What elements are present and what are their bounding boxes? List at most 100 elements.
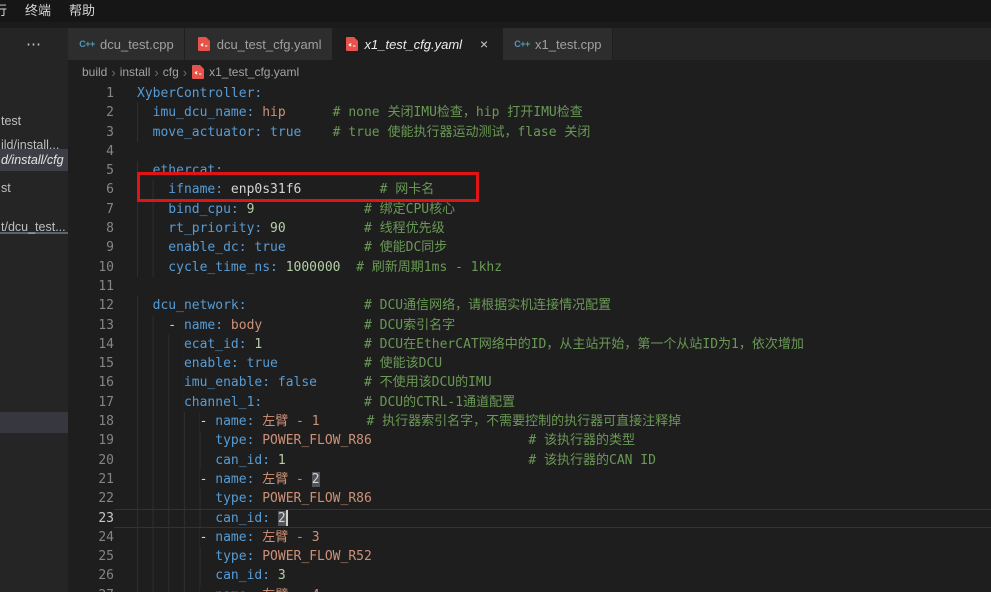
sidebar-item-4[interactable]: t/dcu_test... (0, 216, 68, 238)
sidebar-highlight-row[interactable] (0, 412, 68, 433)
code-line-2[interactable]: 2imu_dcu_name: hip # none 关闭IMU检查，hip 打开… (68, 103, 991, 122)
main-row: ⋯ testild/install...d/install/cfgstt/dcu… (0, 28, 991, 592)
token-k: bind_cpu: (168, 202, 238, 217)
line-number: 24 (68, 528, 114, 547)
yaml-file-icon (197, 37, 211, 51)
breadcrumb-file-label: x1_test_cfg.yaml (209, 65, 299, 79)
line-number: 21 (68, 470, 114, 489)
tab-dcu_test.cpp[interactable]: C++dcu_test.cpp (68, 28, 185, 60)
token-n: 3 (278, 568, 286, 583)
editor-group: C++dcu_test.cppdcu_test_cfg.yamlx1_test_… (68, 28, 991, 592)
token-n: 90 (270, 221, 286, 236)
token-s: POWER_FLOW_R86 (262, 433, 372, 448)
line-number: 12 (68, 296, 114, 315)
tab-bar: C++dcu_test.cppdcu_test_cfg.yamlx1_test_… (68, 28, 991, 60)
indent-guides (137, 258, 168, 277)
code-line-21[interactable]: 21- name: 左臂 - 2 (68, 470, 991, 489)
code-line-4[interactable]: 4 (68, 142, 991, 161)
line-content: type: POWER_FLOW_R86 # 该执行器的类型 (114, 431, 635, 450)
code-line-5[interactable]: 5ethercat: (68, 161, 991, 180)
code-line-27[interactable]: 27- name: 左臂 - 4 (68, 586, 991, 592)
code-line-24[interactable]: 24- name: 左臂 - 3 (68, 528, 991, 547)
code-line-14[interactable]: 14ecat_id: 1 # DCU在EtherCAT网络中的ID，从主站开始，… (68, 335, 991, 354)
tab-label: x1_test.cpp (535, 37, 602, 52)
indent-guides (137, 296, 153, 315)
more-actions-icon[interactable]: ⋯ (0, 30, 68, 60)
tab-dcu_test_cfg.yaml[interactable]: dcu_test_cfg.yaml (185, 28, 333, 60)
token-k: imu_dcu_name: (153, 105, 255, 120)
tab-x1_test.cpp[interactable]: C++x1_test.cpp (503, 28, 613, 60)
token-p (270, 453, 278, 468)
code-line-13[interactable]: 13- name: body # DCU索引名字 (68, 316, 991, 335)
breadcrumb-item-install[interactable]: install (120, 65, 151, 79)
token-p: - (200, 530, 216, 545)
breadcrumb-item-build[interactable]: build (82, 65, 107, 79)
token-s: 左臂 - 1 (262, 414, 319, 429)
line-number: 3 (68, 123, 114, 142)
token-p (223, 182, 231, 197)
line-number: 22 (68, 489, 114, 508)
token-p (262, 125, 270, 140)
token-k: ethercat: (153, 163, 223, 178)
code-line-17[interactable]: 17channel_1: # DCU的CTRL-1通道配置 (68, 393, 991, 412)
code-line-22[interactable]: 22type: POWER_FLOW_R86 (68, 489, 991, 508)
sidebar-panel: ⋯ testild/install...d/install/cfgstt/dcu… (0, 28, 68, 592)
close-icon[interactable]: × (476, 37, 492, 51)
sidebar-item-3[interactable]: st (0, 177, 68, 199)
menu-item-0[interactable]: 行 (0, 0, 16, 22)
line-content: move_actuator: true # true 使能执行器运动测试，fla… (114, 123, 590, 142)
code-line-6[interactable]: 6ifname: enp0s31f6 # 网卡名 (68, 180, 991, 199)
code-line-10[interactable]: 10cycle_time_ns: 1000000 # 刷新周期1ms - 1kh… (68, 258, 991, 277)
indent-guides (137, 103, 153, 122)
line-content: can_id: 1 # 该执行器的CAN ID (114, 451, 656, 470)
token-c: # DCU索引名字 (262, 318, 455, 333)
token-k: ecat_id: (184, 337, 247, 352)
code-editor[interactable]: 1XyberController:2imu_dcu_name: hip # no… (68, 84, 991, 592)
line-number: 23 (68, 509, 114, 528)
breadcrumb-file[interactable]: x1_test_cfg.yaml (191, 65, 299, 79)
code-line-15[interactable]: 15enable: true # 使能该DCU (68, 354, 991, 373)
code-line-11[interactable]: 11 (68, 277, 991, 296)
sidebar-item-2[interactable]: d/install/cfg (0, 149, 68, 171)
menu-item-1[interactable]: 终端 (16, 0, 60, 22)
code-line-3[interactable]: 3move_actuator: true # true 使能执行器运动测试，fl… (68, 123, 991, 142)
code-line-23[interactable]: 23can_id: 2 (68, 509, 991, 528)
sidebar-item-0[interactable]: test (0, 110, 68, 132)
code-line-20[interactable]: 20can_id: 1 # 该执行器的CAN ID (68, 451, 991, 470)
line-content: type: POWER_FLOW_R52 (114, 547, 372, 566)
tab-x1_test_cfg.yaml[interactable]: x1_test_cfg.yaml× (333, 28, 504, 60)
breadcrumb-item-cfg[interactable]: cfg (163, 65, 179, 79)
code-line-12[interactable]: 12dcu_network: # DCU通信网络，请根据实机连接情况配置 (68, 296, 991, 315)
line-number: 26 (68, 566, 114, 585)
indent-guides (137, 354, 184, 373)
indent-guides (137, 123, 153, 142)
line-content: channel_1: # DCU的CTRL-1通道配置 (114, 393, 515, 412)
token-k: XyberController: (137, 86, 262, 101)
code-line-1[interactable]: 1XyberController: (68, 84, 991, 103)
token-c: # 不使用该DCU的IMU (317, 375, 492, 390)
token-k: cycle_time_ns: (168, 260, 278, 275)
code-line-19[interactable]: 19type: POWER_FLOW_R86 # 该执行器的类型 (68, 431, 991, 450)
code-line-9[interactable]: 9enable_dc: true # 使能DC同步 (68, 238, 991, 257)
menu-item-2[interactable]: 帮助 (60, 0, 104, 22)
token-b: false (278, 375, 317, 390)
code-line-8[interactable]: 8rt_priority: 90 # 线程优先级 (68, 219, 991, 238)
line-number: 14 (68, 335, 114, 354)
breadcrumb-separator: › (183, 65, 187, 80)
token-k: name: (215, 414, 254, 429)
token-p (239, 202, 247, 217)
line-number: 15 (68, 354, 114, 373)
line-content: dcu_network: # DCU通信网络，请根据实机连接情况配置 (114, 296, 611, 315)
tab-label: dcu_test.cpp (100, 37, 174, 52)
code-line-26[interactable]: 26 can_id: 3 (68, 566, 991, 585)
indent-guides (137, 566, 215, 585)
vscode-window: 行终端帮助 ⋯ testild/install...d/install/cfgs… (0, 0, 991, 592)
code-line-7[interactable]: 7bind_cpu: 9 # 绑定CPU核心 (68, 200, 991, 219)
code-line-18[interactable]: 18- name: 左臂 - 1 # 执行器索引名字，不需要控制的执行器可直接注… (68, 412, 991, 431)
token-k: can_id: (215, 568, 270, 583)
token-c: # 使能DC同步 (286, 240, 448, 255)
code-line-25[interactable]: 25type: POWER_FLOW_R52 (68, 547, 991, 566)
code-line-16[interactable]: 16imu_enable: false # 不使用该DCU的IMU (68, 373, 991, 392)
line-number: 20 (68, 451, 114, 470)
line-content: cycle_time_ns: 1000000 # 刷新周期1ms - 1khz (114, 258, 502, 277)
